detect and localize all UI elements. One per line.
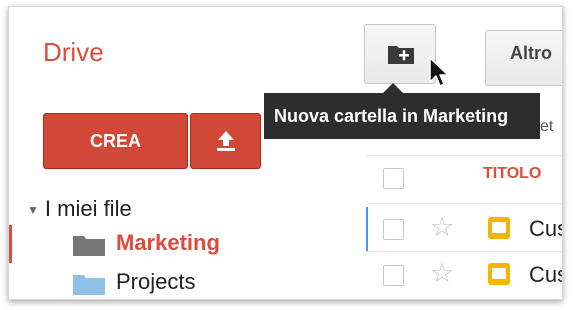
row-divider bbox=[366, 251, 562, 252]
more-button[interactable]: Altro bbox=[485, 30, 562, 86]
upload-icon bbox=[217, 131, 235, 151]
app-title: Drive bbox=[43, 37, 104, 67]
folder-dark-icon bbox=[73, 236, 105, 256]
file-name[interactable]: Cus bbox=[529, 262, 562, 288]
tree-root-my-files[interactable]: ▼ I miei file bbox=[27, 196, 132, 222]
star-icon[interactable]: ☆ bbox=[430, 214, 454, 241]
star-icon[interactable]: ☆ bbox=[430, 260, 454, 287]
new-folder-tooltip: Nuova cartella in Marketing bbox=[264, 93, 540, 139]
file-name[interactable]: Cus bbox=[529, 216, 562, 242]
header-peek-text: et bbox=[540, 118, 554, 135]
sidebar-item-label: Projects bbox=[116, 269, 196, 294]
folder-blue-icon bbox=[73, 275, 105, 295]
list-top-divider bbox=[366, 155, 562, 156]
tooltip-arrow bbox=[383, 83, 403, 93]
folder-plus-icon bbox=[388, 46, 414, 64]
column-header-title[interactable]: TITOLO bbox=[483, 165, 541, 183]
selected-indicator bbox=[9, 225, 12, 263]
upload-button[interactable] bbox=[190, 113, 261, 169]
create-button[interactable]: CREA bbox=[43, 113, 188, 169]
select-all-checkbox[interactable] bbox=[383, 168, 404, 189]
row-checkbox[interactable] bbox=[383, 265, 404, 286]
row-focus-indicator bbox=[366, 207, 368, 251]
new-folder-button[interactable] bbox=[364, 24, 436, 84]
create-button-label: CREA bbox=[89, 130, 141, 151]
expand-triangle-icon[interactable]: ▼ bbox=[27, 203, 39, 217]
tree-root-label: I miei file bbox=[44, 196, 132, 221]
more-button-label: Altro bbox=[510, 43, 552, 63]
sidebar-item-label: Marketing bbox=[116, 230, 220, 255]
row-divider bbox=[366, 203, 562, 204]
slides-icon bbox=[488, 217, 510, 239]
row-checkbox[interactable] bbox=[383, 219, 404, 240]
slides-icon bbox=[488, 263, 510, 285]
drive-window: Drive Altro Nuova cartella in Marketing … bbox=[8, 6, 563, 300]
mouse-cursor-icon bbox=[429, 57, 449, 87]
